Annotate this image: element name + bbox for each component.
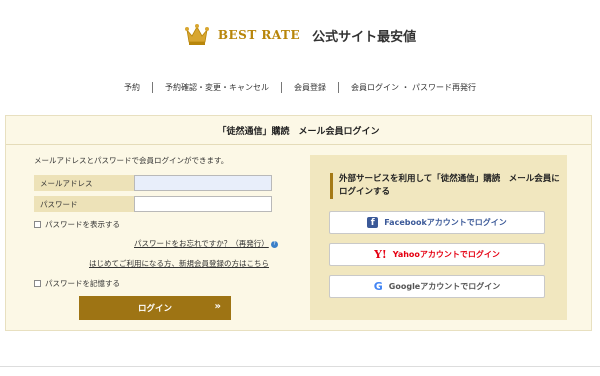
nav-member-register[interactable]: 会員登録 [282, 82, 338, 93]
help-icon: ? [270, 240, 278, 248]
remember-password-label: パスワードを記憶する [45, 279, 120, 288]
register-link[interactable]: はじめてご利用になる方、新規会員登録の方はこちら [89, 258, 269, 269]
brand-best-rate: BEST RATE [217, 28, 301, 42]
remember-password-checkbox[interactable]: パスワードを記憶する [34, 278, 120, 289]
facebook-icon: f [367, 217, 379, 228]
password-label: パスワード [34, 196, 134, 212]
yahoo-icon: Y! [374, 248, 387, 261]
facebook-login-label: Facebookアカウントでログイン [384, 218, 507, 227]
social-login-title: 外部サービスを利用して「徒然通信」購読 メール会員にログインする [330, 173, 561, 199]
show-password-label: パスワードを表示する [45, 220, 120, 229]
forgot-password-text: パスワードをお忘れですか？（再発行） [134, 239, 269, 248]
yahoo-login-button[interactable]: Y! Yahooアカウントでログイン [329, 243, 545, 266]
brand-header: BEST RATE 公式サイト最安値 [0, 18, 600, 52]
panel-title: 「徒然通信」購読 メール会員ログイン [217, 126, 380, 137]
google-login-label: Googleアカウントでログイン [388, 282, 501, 291]
email-label: メールアドレス [34, 175, 134, 191]
facebook-login-button[interactable]: f Facebookアカウントでログイン [329, 211, 545, 234]
social-login-box: 外部サービスを利用して「徒然通信」購読 メール会員にログインする f Faceb… [310, 155, 567, 320]
nav-reserve[interactable]: 予約 [112, 82, 152, 93]
nav-reservation-manage[interactable]: 予約確認・変更・キャンセル [153, 82, 281, 93]
login-button-label: ログイン [137, 304, 172, 314]
brand-subtitle: 公式サイト最安値 [312, 29, 417, 45]
panel-divider [6, 144, 591, 145]
page-divider [0, 366, 600, 367]
login-button[interactable]: ログイン » [79, 296, 231, 320]
yahoo-login-label: Yahooアカウントでログイン [392, 250, 500, 259]
chevron-right-icon: » [214, 301, 221, 312]
top-nav: 予約 予約確認・変更・キャンセル 会員登録 会員ログイン ・ パスワード再発行 [0, 82, 600, 93]
email-row: メールアドレス [34, 175, 272, 191]
password-row: パスワード [34, 196, 272, 212]
google-login-button[interactable]: G Googleアカウントでログイン [329, 275, 545, 298]
forgot-password-link[interactable]: パスワードをお忘れですか？（再発行）? [134, 238, 278, 249]
remember-password-box[interactable] [34, 280, 41, 287]
show-password-checkbox[interactable]: パスワードを表示する [34, 219, 120, 230]
login-description: メールアドレスとパスワードで会員ログインができます。 [34, 156, 229, 165]
google-icon: G [373, 280, 383, 293]
crown-logo-icon [184, 24, 209, 45]
login-panel: 「徒然通信」購読 メール会員ログイン メールアドレスとパスワードで会員ログインが… [5, 115, 592, 331]
email-field[interactable] [134, 175, 272, 191]
nav-member-login[interactable]: 会員ログイン ・ パスワード再発行 [339, 82, 488, 93]
show-password-box[interactable] [34, 221, 41, 228]
password-field[interactable] [134, 196, 272, 212]
